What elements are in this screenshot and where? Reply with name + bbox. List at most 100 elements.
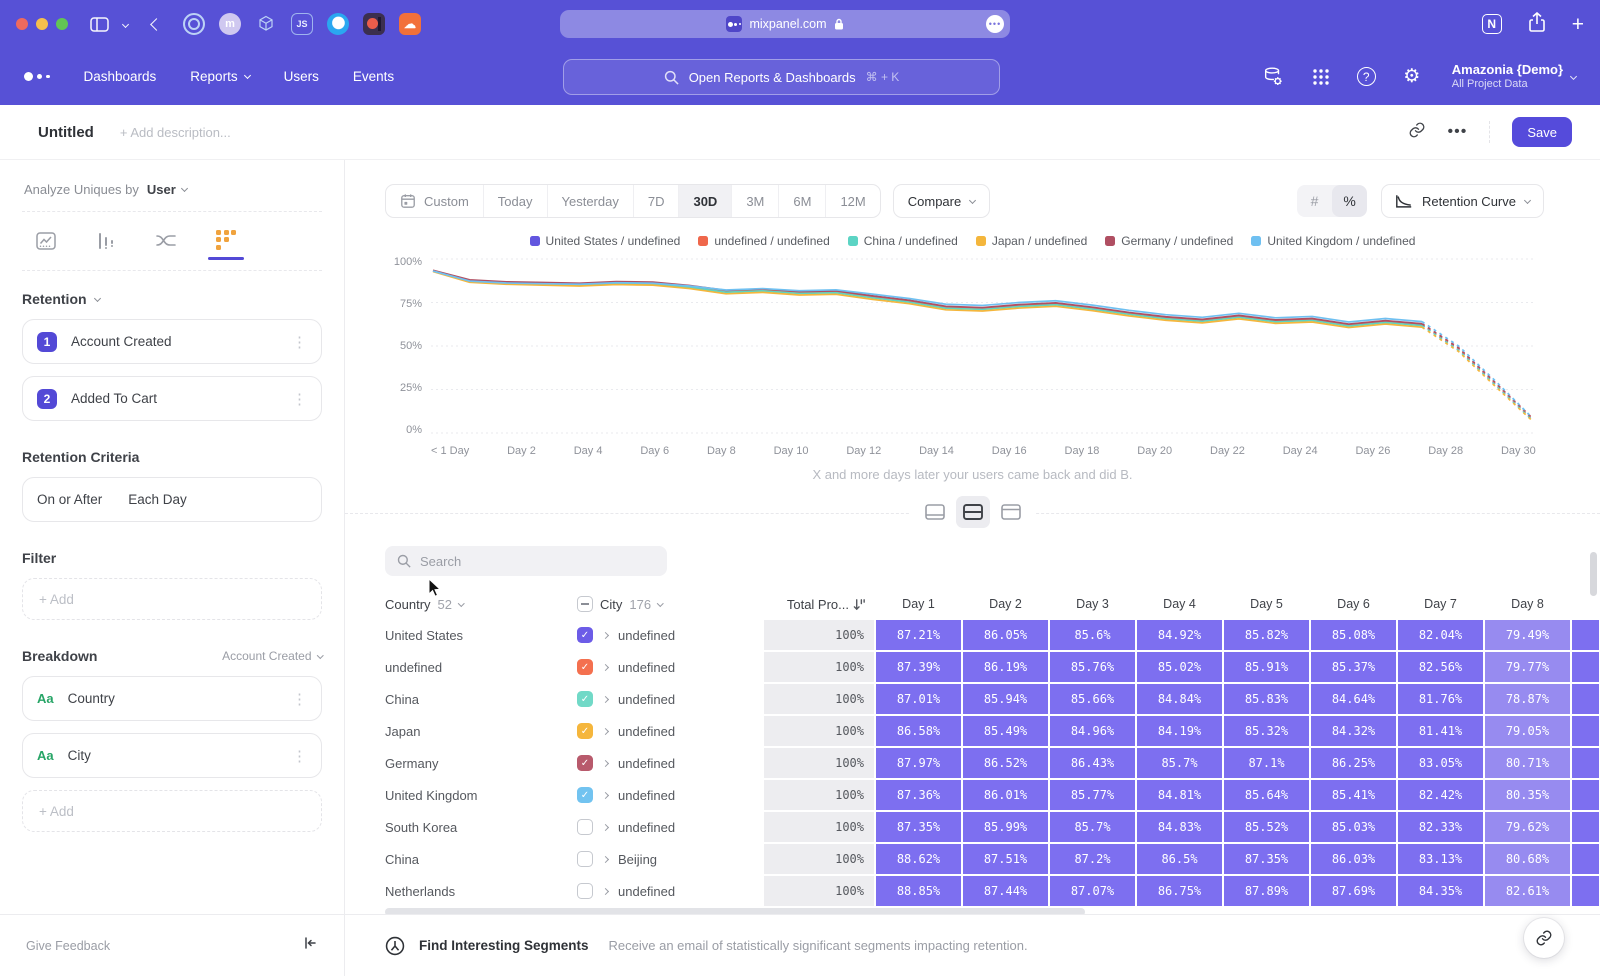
row-checkbox[interactable]	[577, 851, 593, 867]
column-day-7[interactable]: Day 7	[1398, 597, 1483, 611]
url-options-button[interactable]: •••	[986, 15, 1004, 33]
save-button[interactable]: Save	[1512, 117, 1572, 147]
cell-day-3[interactable]: 85.77%	[1050, 780, 1135, 810]
apps-grid-icon[interactable]	[1309, 65, 1333, 89]
expand-chevron-icon[interactable]	[602, 663, 609, 670]
cell-day-4[interactable]: 85.02%	[1137, 652, 1222, 682]
breakdown-scope-selector[interactable]: Account Created	[222, 649, 322, 663]
cell-day-1[interactable]: 86.58%	[876, 716, 961, 746]
cell-day-2[interactable]: 87.51%	[963, 844, 1048, 874]
series-china-undefined[interactable]	[1422, 326, 1532, 420]
soundcloud-icon[interactable]: ☁	[399, 13, 421, 35]
range-3m[interactable]: 3M	[731, 185, 778, 217]
cell-day-3[interactable]: 86.43%	[1050, 748, 1135, 778]
cell-day-3[interactable]: 85.66%	[1050, 684, 1135, 714]
target-icon[interactable]	[183, 13, 205, 35]
cell-day-3[interactable]: 85.76%	[1050, 652, 1135, 682]
criteria-on-or-after[interactable]: On or After	[37, 492, 102, 507]
cell-day-3[interactable]: 85.6%	[1050, 620, 1135, 650]
cell-day-3[interactable]: 84.96%	[1050, 716, 1135, 746]
table-search-input[interactable]: Search	[385, 546, 667, 576]
mixpanel-logo[interactable]	[24, 72, 50, 81]
new-tab-icon[interactable]: +	[1572, 14, 1584, 35]
notion-icon[interactable]: N	[1482, 14, 1502, 34]
expand-chevron-icon[interactable]	[602, 855, 609, 862]
range-custom[interactable]: Custom	[386, 185, 483, 217]
cell-day-2[interactable]: 86.52%	[963, 748, 1048, 778]
cell-day-8[interactable]: 79.62%	[1485, 812, 1570, 842]
cell-day-7[interactable]: 84.35%	[1398, 876, 1483, 906]
range-yesterday[interactable]: Yesterday	[547, 185, 633, 217]
legend-item-undefined-undefined[interactable]: undefined / undefined	[698, 234, 829, 248]
js-icon[interactable]: JS	[291, 13, 313, 35]
cell-day-7[interactable]: 83.05%	[1398, 748, 1483, 778]
cell-day-5[interactable]: 87.35%	[1224, 844, 1309, 874]
settings-gear-icon[interactable]: ⚙	[1400, 65, 1424, 89]
cell-day-8[interactable]: 82.61%	[1485, 876, 1570, 906]
cell-day-1[interactable]: 87.35%	[876, 812, 961, 842]
tab-insights[interactable]	[28, 232, 64, 261]
cell-day-5[interactable]: 85.82%	[1224, 620, 1309, 650]
cell-day-8[interactable]: 80.68%	[1485, 844, 1570, 874]
legend-item-china-undefined[interactable]: China / undefined	[848, 234, 958, 248]
range-30d[interactable]: 30D	[678, 185, 731, 217]
vertical-scrollbar[interactable]	[1590, 552, 1597, 596]
sidebar-toggle-icon[interactable]	[90, 17, 109, 32]
nav-item-reports[interactable]: Reports	[190, 69, 249, 84]
cell-day-2[interactable]: 86.01%	[963, 780, 1048, 810]
column-city[interactable]: City 176	[577, 596, 762, 612]
share-link-button[interactable]	[1524, 918, 1564, 958]
kebab-menu-icon[interactable]: ⋮	[292, 333, 307, 351]
analyze-uniques-selector[interactable]: Analyze Uniques by User	[22, 174, 322, 211]
column-day-8[interactable]: Day 8	[1485, 597, 1570, 611]
retention-section-header[interactable]: Retention	[22, 291, 322, 307]
column-day-1[interactable]: Day 1	[876, 597, 961, 611]
kebab-menu-icon[interactable]: ⋮	[292, 690, 307, 708]
kebab-menu-icon[interactable]: ⋮	[292, 390, 307, 408]
column-country[interactable]: Country 52	[385, 597, 575, 612]
expand-chevron-icon[interactable]	[602, 631, 609, 638]
cell-day-6[interactable]: 84.32%	[1311, 716, 1396, 746]
expand-chevron-icon[interactable]	[602, 823, 609, 830]
cell-day-1[interactable]: 88.85%	[876, 876, 961, 906]
retention-step-account-created[interactable]: 1Account Created⋮	[22, 319, 322, 364]
maximize-window-icon[interactable]	[56, 18, 68, 30]
cell-day-1[interactable]: 87.21%	[876, 620, 961, 650]
tab-funnels[interactable]	[88, 232, 124, 261]
column-day-6[interactable]: Day 6	[1311, 597, 1396, 611]
back-icon[interactable]	[152, 20, 161, 29]
cell-day-1[interactable]: 87.01%	[876, 684, 961, 714]
cell-day-4[interactable]: 84.19%	[1137, 716, 1222, 746]
cell-day-4[interactable]: 84.92%	[1137, 620, 1222, 650]
range-6m[interactable]: 6M	[778, 185, 825, 217]
range-12m[interactable]: 12M	[825, 185, 879, 217]
cell-day-7[interactable]: 82.56%	[1398, 652, 1483, 682]
cell-day-1[interactable]: 88.62%	[876, 844, 961, 874]
data-management-icon[interactable]	[1261, 65, 1285, 89]
row-checkbox[interactable]: ✓	[577, 691, 593, 707]
patreon-icon[interactable]	[363, 13, 385, 35]
breakdown-country[interactable]: AaCountry⋮	[22, 676, 322, 721]
swift-icon[interactable]	[327, 13, 349, 35]
series-united-kingdom-undefined[interactable]	[1422, 322, 1532, 418]
legend-item-germany-undefined[interactable]: Germany / undefined	[1105, 234, 1233, 248]
series-germany-undefined[interactable]	[1422, 324, 1532, 418]
url-bar[interactable]: mixpanel.com •••	[560, 10, 1010, 38]
row-checkbox[interactable]: ✓	[577, 627, 593, 643]
cell-day-5[interactable]: 87.89%	[1224, 876, 1309, 906]
expand-chevron-icon[interactable]	[602, 727, 609, 734]
criteria-each-day[interactable]: Each Day	[128, 492, 187, 507]
cell-day-6[interactable]: 85.08%	[1311, 620, 1396, 650]
give-feedback-link[interactable]: Give Feedback	[26, 939, 110, 953]
cell-day-3[interactable]: 87.2%	[1050, 844, 1135, 874]
cell-day-1[interactable]: 87.39%	[876, 652, 961, 682]
cell-day-7[interactable]: 81.76%	[1398, 684, 1483, 714]
cell-day-5[interactable]: 85.83%	[1224, 684, 1309, 714]
retention-step-added-to-cart[interactable]: 2Added To Cart⋮	[22, 376, 322, 421]
range-7d[interactable]: 7D	[633, 185, 679, 217]
project-switcher[interactable]: Amazonia {Demo} All Project Data	[1448, 62, 1576, 92]
add-description[interactable]: + Add description...	[120, 125, 231, 140]
row-checkbox[interactable]: ✓	[577, 755, 593, 771]
cell-day-4[interactable]: 84.83%	[1137, 812, 1222, 842]
add-breakdown-button[interactable]: + Add	[22, 790, 322, 832]
